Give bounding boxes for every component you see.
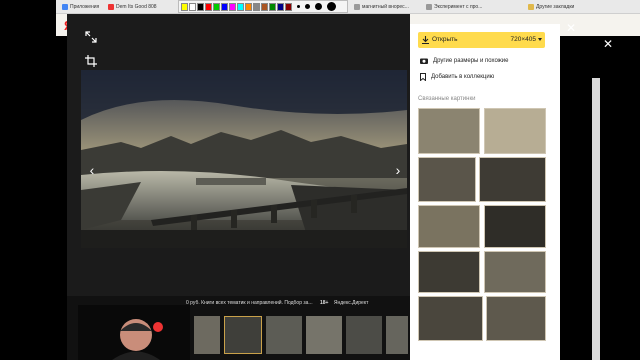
related-image[interactable]	[418, 205, 480, 248]
bookmark-2[interactable]: Эксперимент с прo...	[426, 2, 482, 12]
next-image-button[interactable]: ›	[391, 160, 405, 180]
palette-color[interactable]	[197, 2, 204, 11]
webcam-overlay	[78, 305, 190, 360]
bookmark-other[interactable]: Другие закладки	[528, 2, 574, 12]
thumbnail[interactable]	[194, 316, 220, 354]
palette-color[interactable]	[221, 2, 228, 11]
palette-color[interactable]	[213, 2, 220, 11]
download-icon	[422, 36, 429, 44]
thumbnail[interactable]	[266, 316, 302, 354]
other-sizes-link[interactable]: Другие размеры и похожие	[420, 57, 508, 64]
main-photo	[81, 70, 407, 248]
chevron-down-icon	[538, 38, 542, 41]
prev-image-button[interactable]: ‹	[85, 160, 99, 180]
related-image[interactable]	[418, 251, 480, 293]
thumbnail[interactable]	[346, 316, 382, 354]
open-button[interactable]: Открыть 720×405	[418, 32, 545, 48]
thumbnail[interactable]	[306, 316, 342, 354]
brush-size[interactable]	[315, 3, 322, 10]
browser-bookmark-bar: Приложения Dem Its Good 808 магнитный вн…	[56, 0, 640, 14]
related-image[interactable]	[418, 108, 480, 154]
ad-text[interactable]: 0 руб. Книги всех тематик и направлений.…	[186, 300, 406, 306]
related-image[interactable]	[479, 157, 546, 202]
related-image[interactable]	[418, 157, 476, 202]
webcam-person	[112, 319, 163, 360]
palette-color[interactable]	[181, 2, 188, 11]
palette-color[interactable]	[277, 2, 284, 11]
brush-size[interactable]	[327, 2, 336, 11]
add-to-collection-link[interactable]: Добавить в коллекцию	[420, 73, 494, 81]
bookmark-1[interactable]: магнитный вноpec...	[354, 2, 409, 12]
palette-color[interactable]	[285, 2, 292, 11]
scrollbar[interactable]	[592, 78, 600, 360]
palette-color[interactable]	[229, 2, 236, 11]
drawing-palette[interactable]	[178, 0, 348, 13]
palette-color[interactable]	[269, 2, 276, 11]
palette-color[interactable]	[205, 2, 212, 11]
brush-size[interactable]	[297, 5, 300, 8]
camera-icon	[420, 58, 428, 64]
close-icon[interactable]: ✕	[603, 38, 613, 50]
related-image[interactable]	[484, 108, 546, 154]
related-title: Связанные картинки	[418, 96, 476, 102]
thumbnail[interactable]	[386, 316, 408, 354]
crop-icon[interactable]	[84, 54, 98, 68]
brush-size[interactable]	[305, 4, 310, 9]
related-image[interactable]	[418, 296, 483, 341]
bookmark-apps[interactable]: Приложения	[62, 2, 99, 12]
palette-color[interactable]	[253, 2, 260, 11]
bookmark-icon	[420, 73, 426, 81]
palette-color[interactable]	[245, 2, 252, 11]
palette-color[interactable]	[189, 2, 196, 11]
palette-color[interactable]	[261, 2, 268, 11]
related-image[interactable]	[484, 205, 546, 248]
related-image[interactable]	[486, 296, 546, 341]
fullscreen-icon[interactable]	[84, 30, 98, 44]
palette-color[interactable]	[237, 2, 244, 11]
thumbnail-current[interactable]	[224, 316, 262, 354]
screen: Приложения Dem Its Good 808 магнитный вн…	[0, 0, 640, 360]
bookmark-dem[interactable]: Dem Its Good 808	[108, 2, 157, 12]
close-icon[interactable]: ✕	[566, 22, 576, 34]
related-image[interactable]	[484, 251, 546, 293]
